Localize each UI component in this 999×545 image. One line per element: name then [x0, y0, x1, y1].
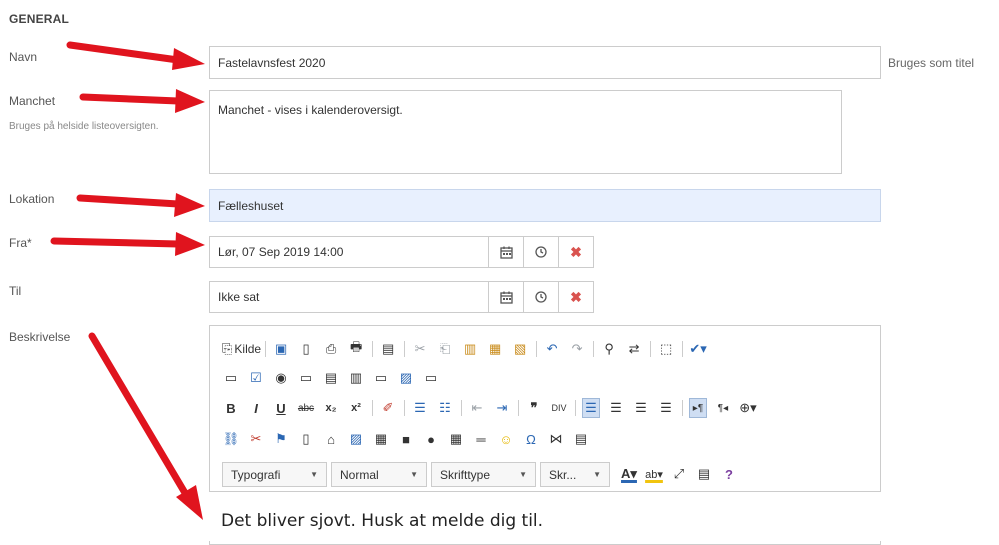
arrow-to-beskrivelse-icon	[88, 332, 203, 520]
arrow-to-navn-icon	[66, 41, 205, 70]
arrow-to-fra-icon	[50, 232, 205, 256]
annotation-arrows	[50, 41, 205, 520]
arrow-to-lokation-icon	[76, 193, 205, 217]
arrow-to-manchet-icon	[79, 89, 205, 113]
